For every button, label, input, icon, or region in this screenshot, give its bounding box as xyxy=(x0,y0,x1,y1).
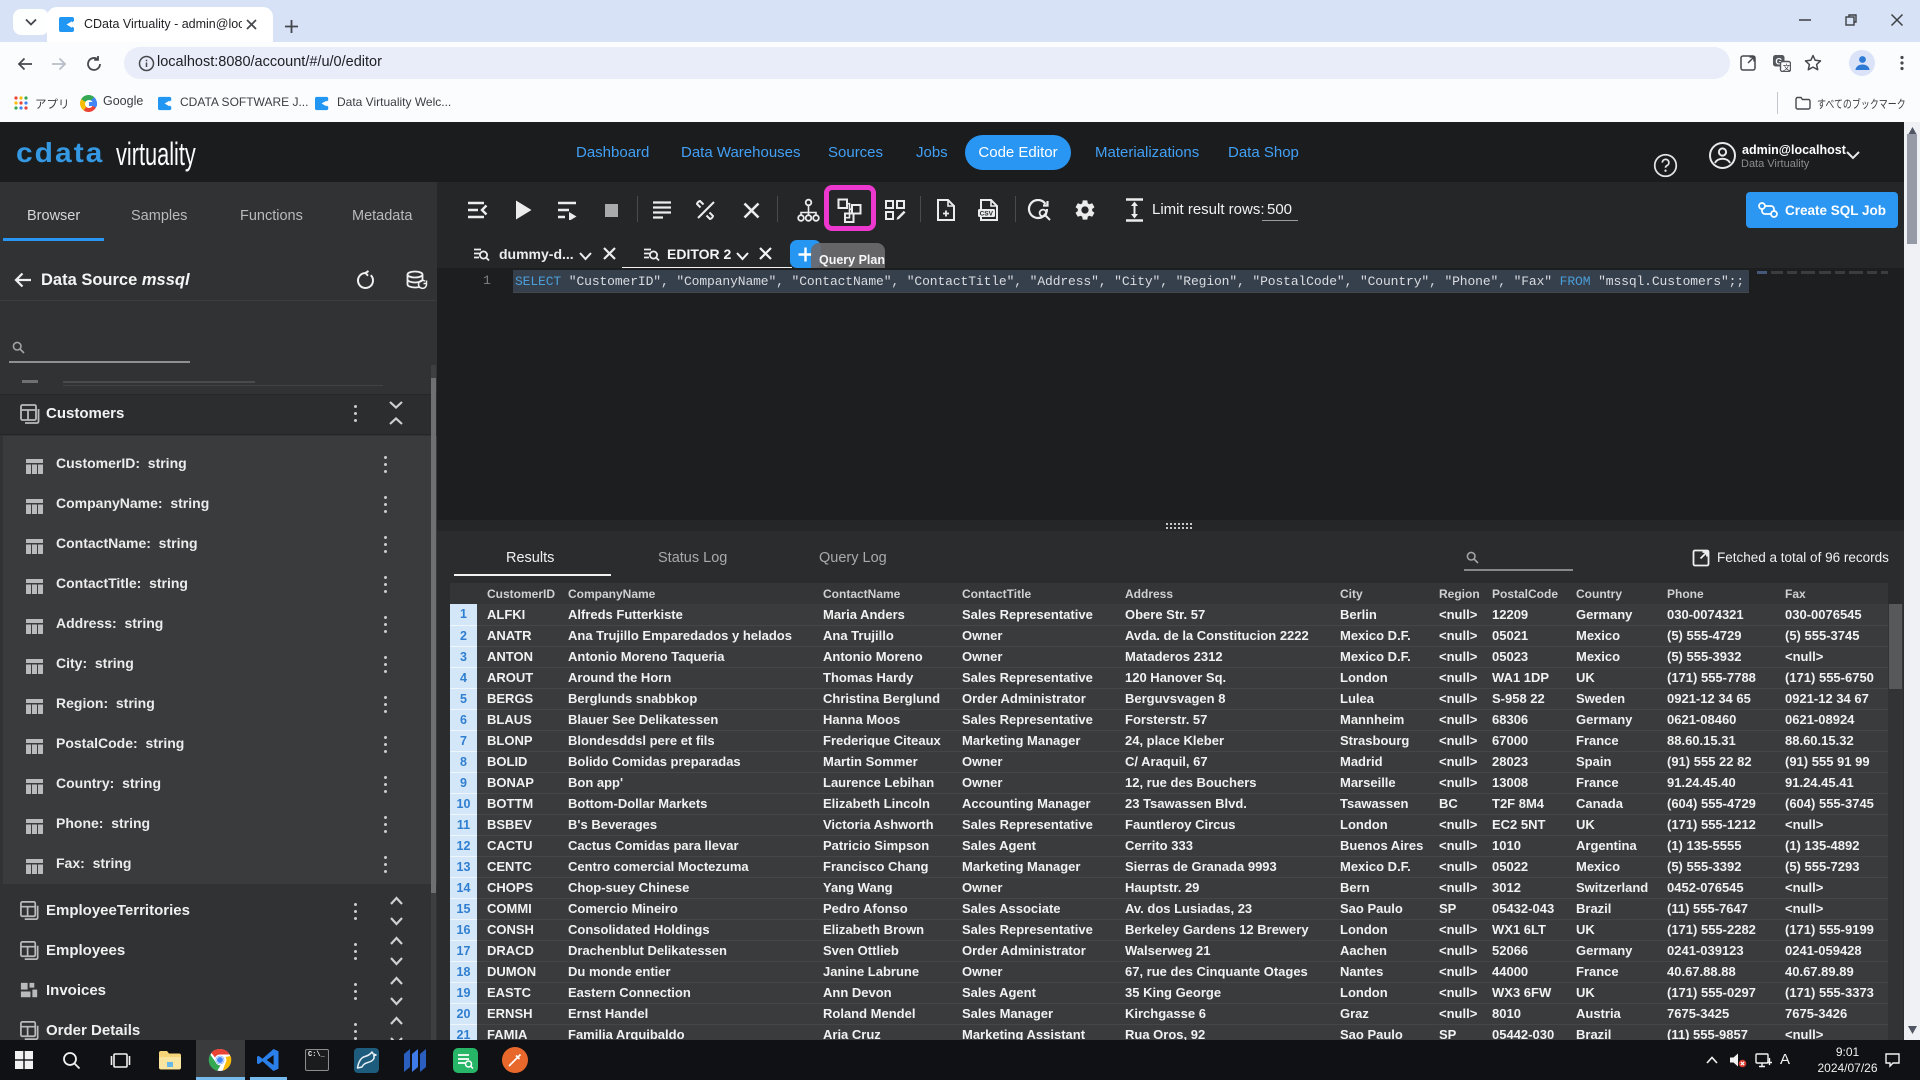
svg-text:CSV: CSV xyxy=(980,211,994,218)
svg-text:文: 文 xyxy=(1783,62,1791,72)
